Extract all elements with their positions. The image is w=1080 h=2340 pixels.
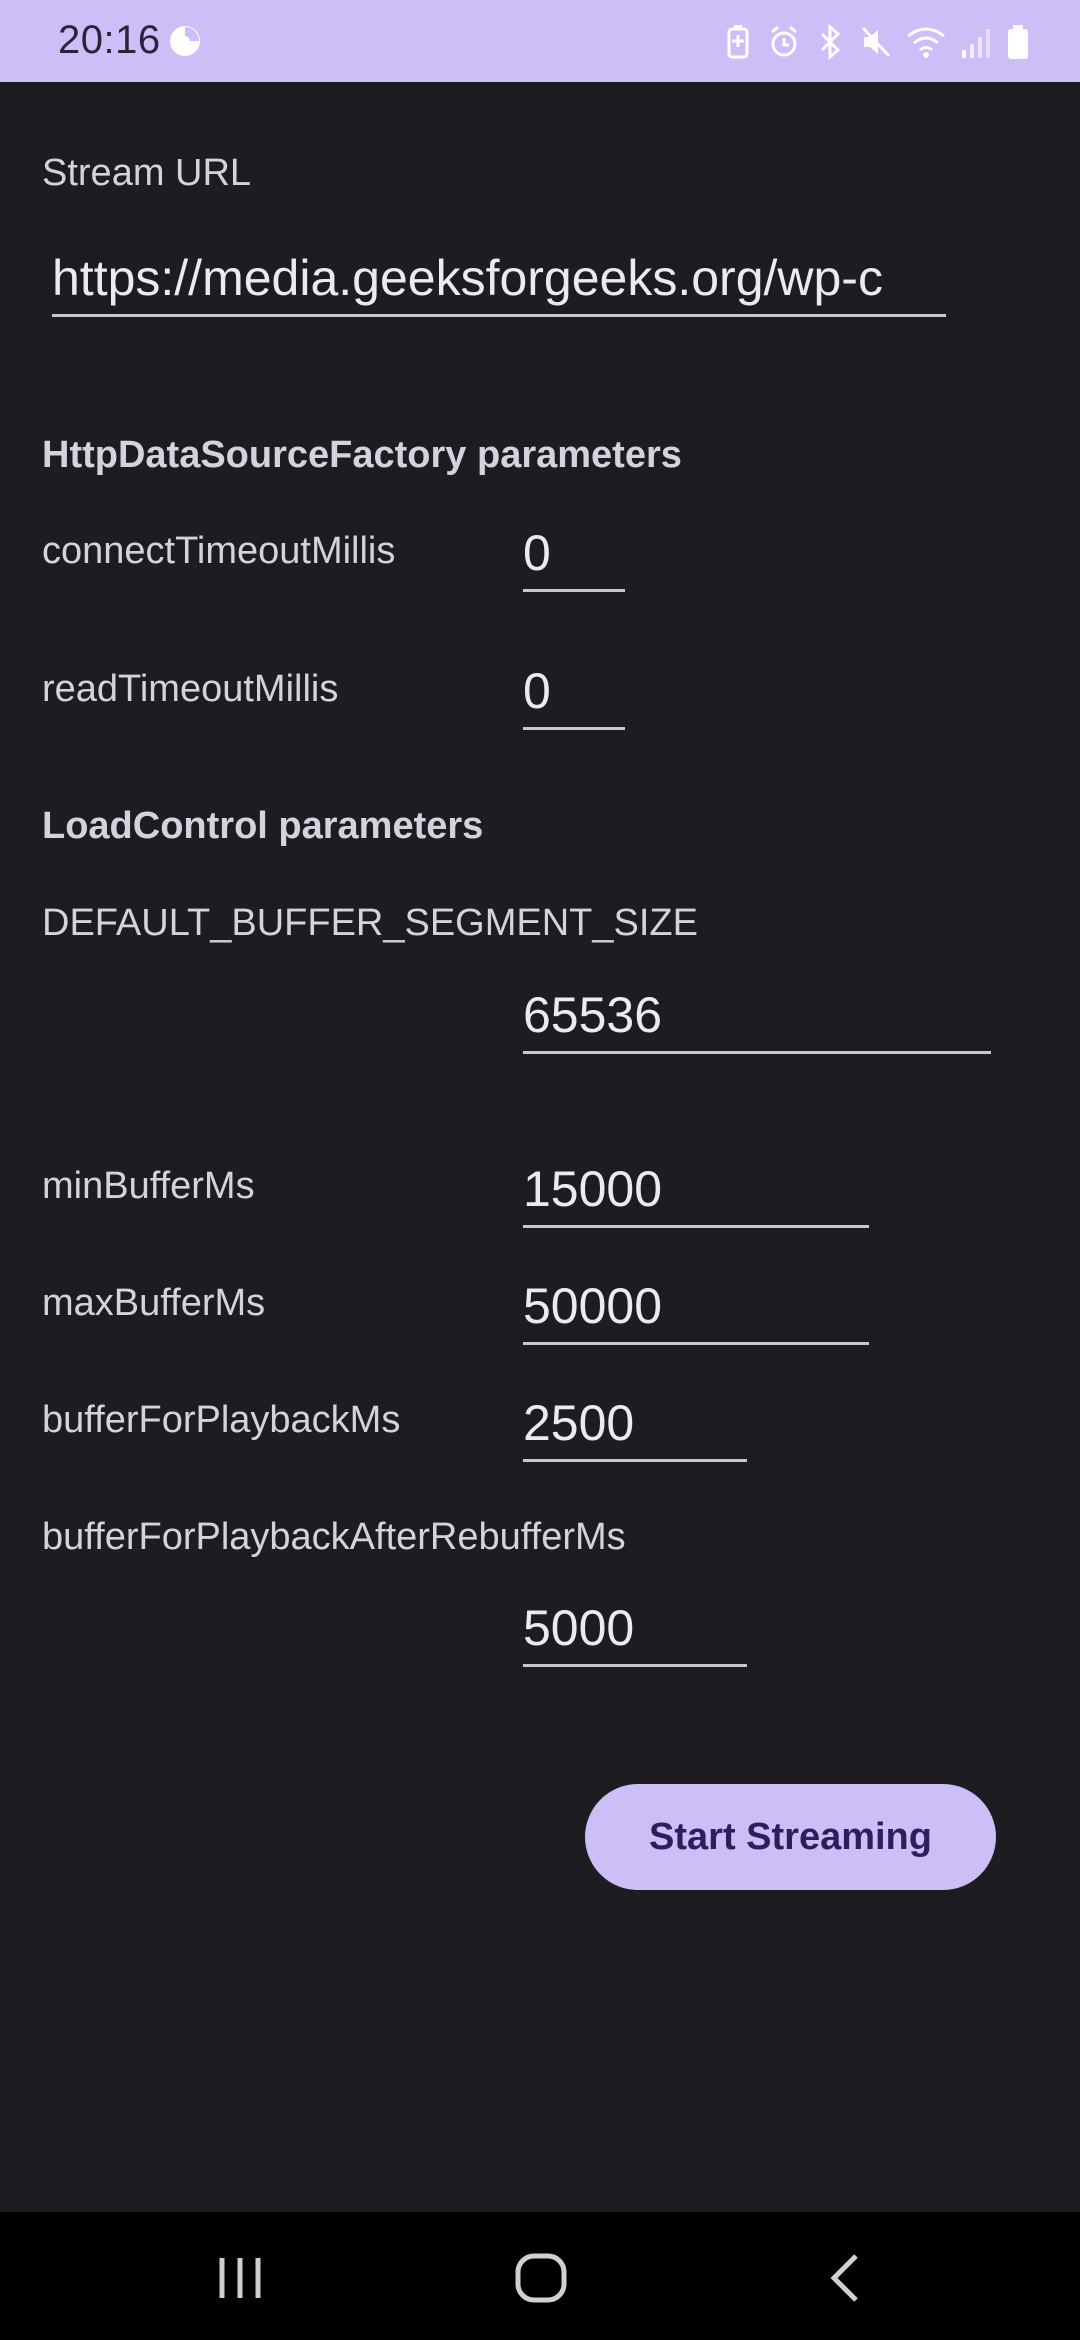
- max-buffer-input[interactable]: 50000: [523, 1276, 869, 1345]
- min-buffer-input[interactable]: 15000: [523, 1159, 869, 1228]
- alarm-icon: [768, 24, 800, 60]
- stream-url-input[interactable]: https://media.geeksforgeeks.org/wp-c: [52, 248, 946, 317]
- rebuffer-input[interactable]: 5000: [523, 1598, 747, 1667]
- rebuffer-label: bufferForPlaybackAfterRebufferMs: [42, 1516, 626, 1558]
- recent-apps-icon: [219, 2258, 261, 2298]
- bluetooth-icon: [814, 23, 846, 61]
- recent-apps-button[interactable]: [210, 2248, 270, 2308]
- settings-form: Stream URL https://media.geeksforgeeks.o…: [0, 82, 1080, 2212]
- battery-saver-icon: [722, 24, 754, 60]
- home-button[interactable]: [512, 2248, 572, 2308]
- playback-buffer-label: bufferForPlaybackMs: [42, 1399, 401, 1441]
- home-icon: [515, 2253, 567, 2303]
- start-streaming-button[interactable]: Start Streaming: [585, 1784, 996, 1890]
- back-icon: [830, 2254, 858, 2302]
- segment-size-input[interactable]: 65536: [523, 985, 991, 1054]
- navigation-bar: [0, 2212, 1080, 2340]
- playback-buffer-input[interactable]: 2500: [523, 1393, 747, 1462]
- signal-icon: [960, 24, 992, 60]
- mute-icon: [860, 24, 892, 60]
- status-icons: [722, 22, 1030, 62]
- wifi-icon: [906, 24, 946, 60]
- stream-url-label: Stream URL: [42, 152, 252, 194]
- back-button[interactable]: [818, 2248, 878, 2308]
- status-time: 20:16: [58, 18, 161, 62]
- read-timeout-input[interactable]: 0: [523, 661, 625, 730]
- segment-size-label: DEFAULT_BUFFER_SEGMENT_SIZE: [42, 902, 698, 944]
- battery-icon: [1006, 24, 1030, 60]
- status-bar: 20:16: [0, 0, 1080, 82]
- connect-timeout-label: connectTimeoutMillis: [42, 530, 396, 572]
- read-timeout-label: readTimeoutMillis: [42, 668, 339, 710]
- connect-timeout-input[interactable]: 0: [523, 523, 625, 592]
- load-control-section-heading: LoadControl parameters: [42, 805, 484, 847]
- max-buffer-label: maxBufferMs: [42, 1282, 266, 1324]
- http-section-heading: HttpDataSourceFactory parameters: [42, 434, 682, 476]
- min-buffer-label: minBufferMs: [42, 1165, 255, 1207]
- app-notification-icon: [168, 24, 202, 58]
